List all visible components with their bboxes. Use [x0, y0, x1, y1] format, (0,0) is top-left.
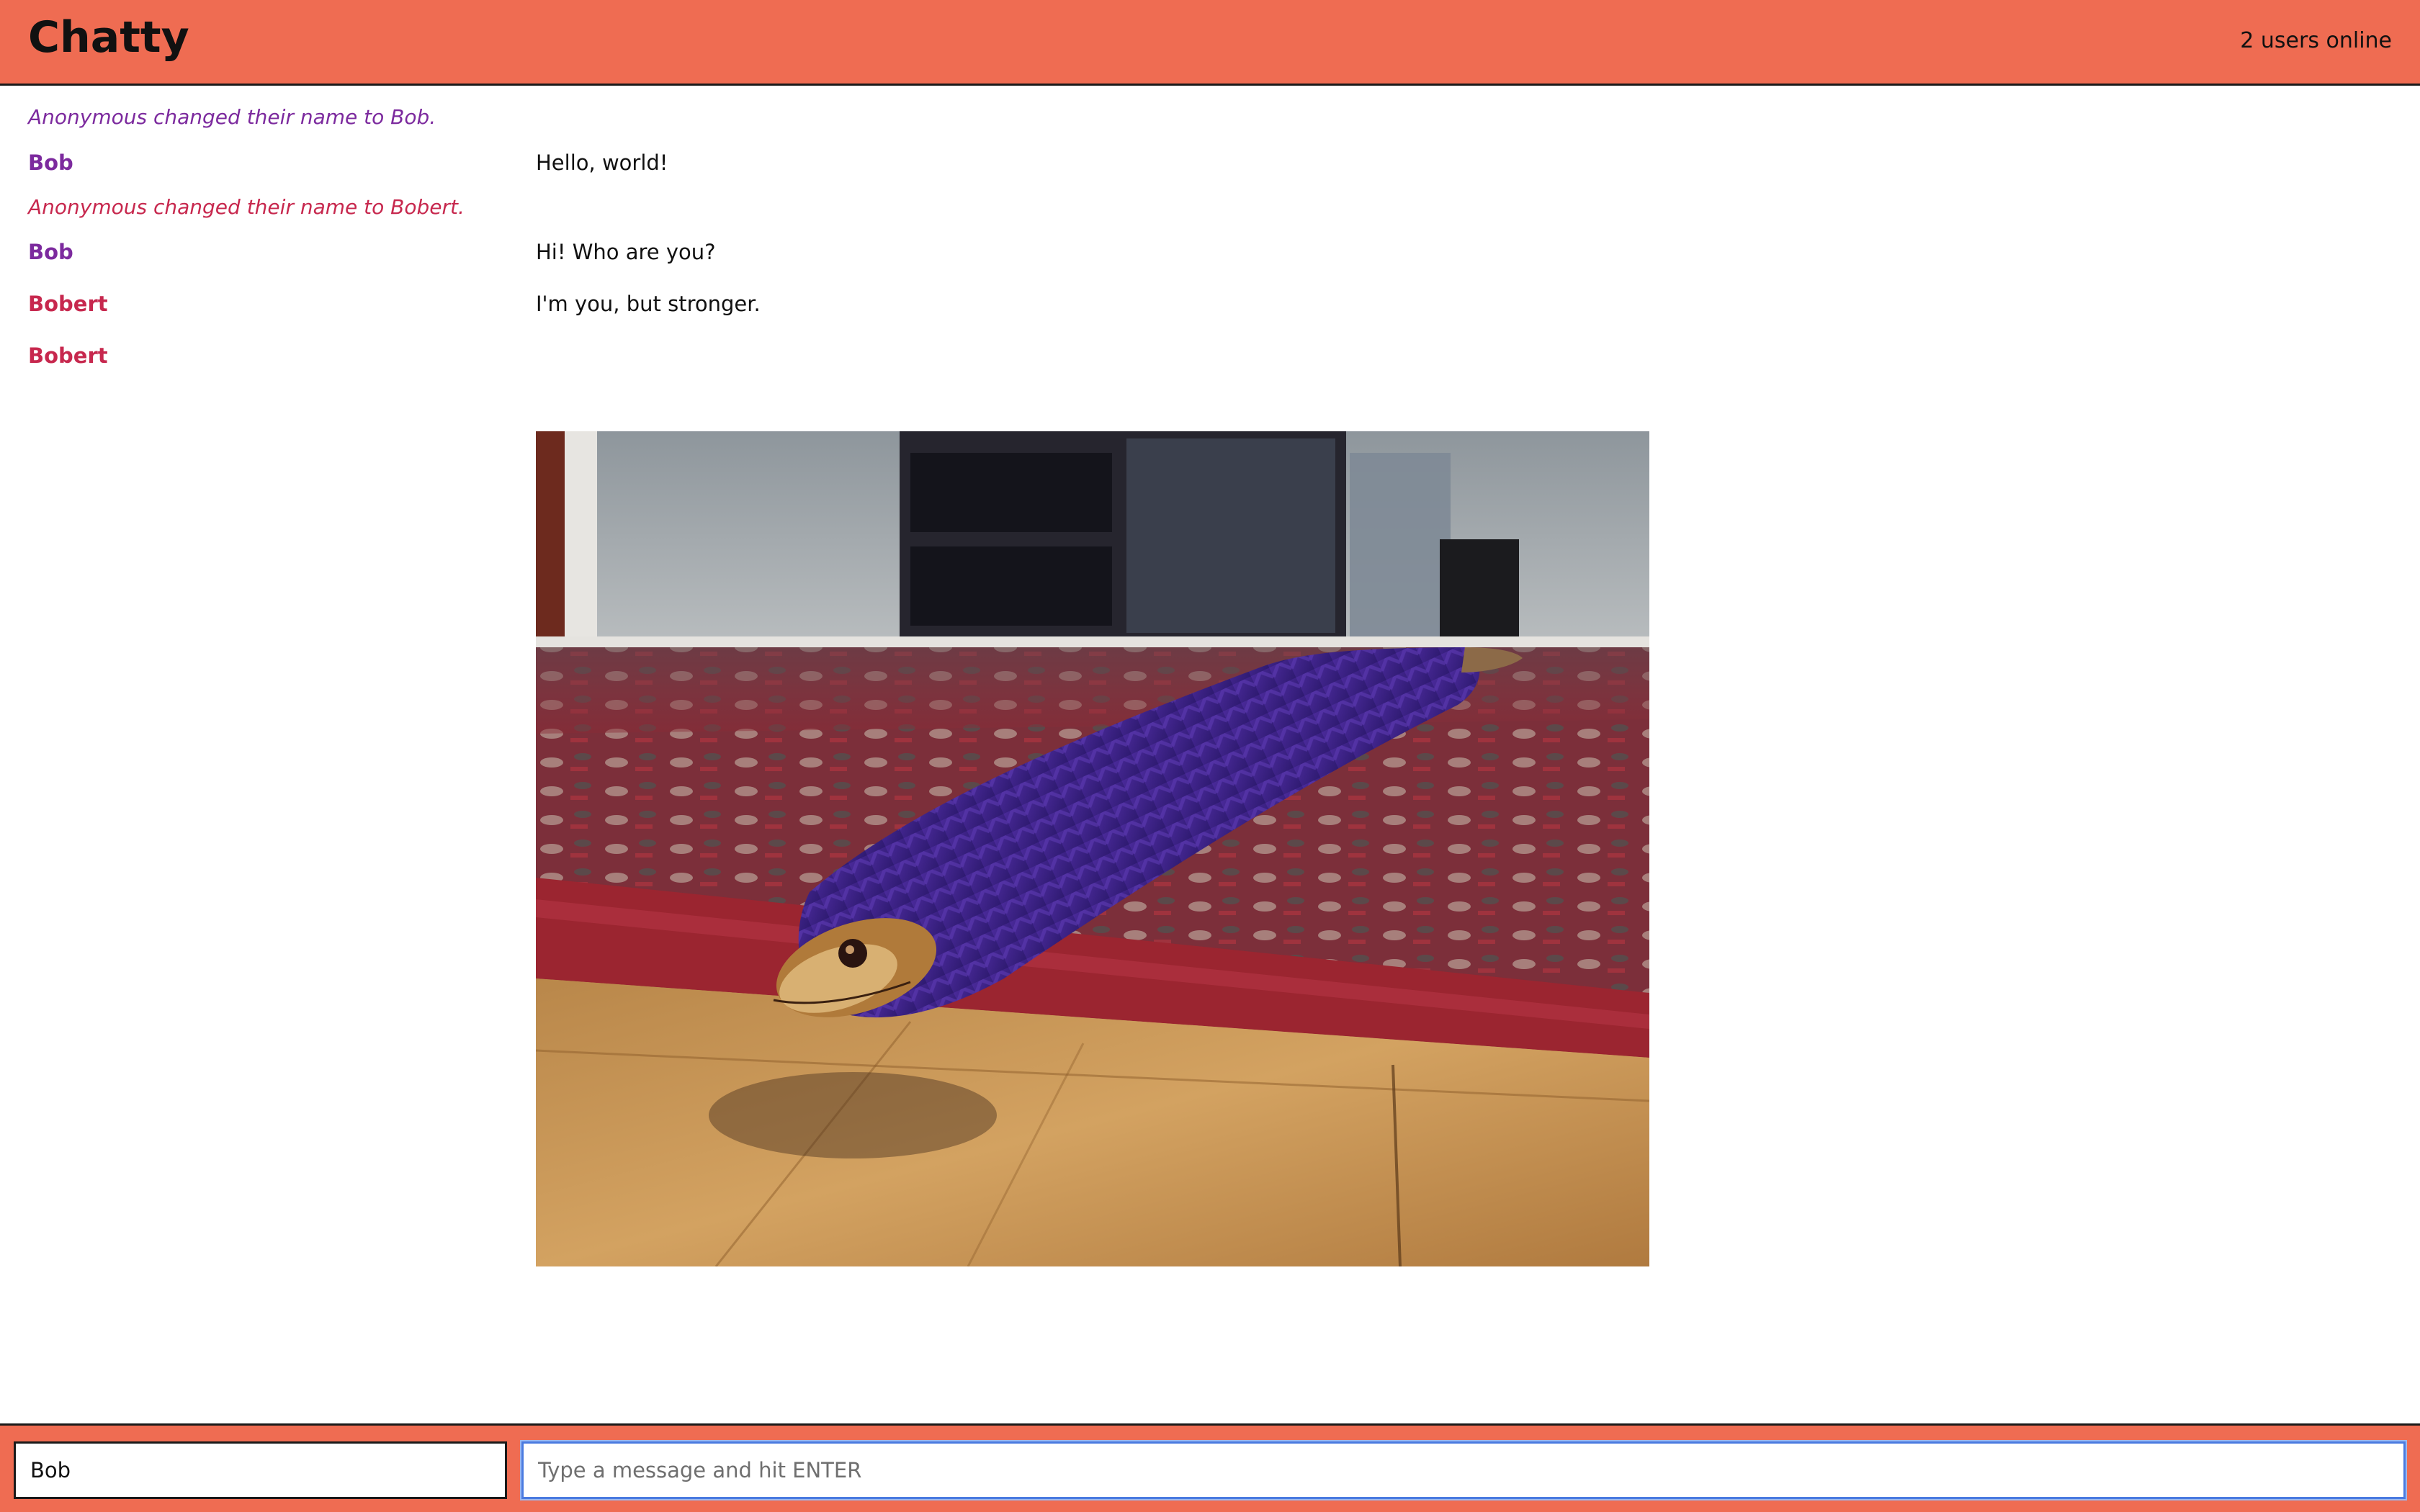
notification-text: Anonymous changed their name to Bob.: [28, 105, 436, 129]
message-content: Hello, world!: [536, 150, 668, 175]
message-image-snake[interactable]: [536, 431, 1649, 1266]
chat-message: Bobert I'm you, but stronger.: [0, 294, 2420, 337]
notification-text: Anonymous changed their name to Bobert.: [28, 195, 465, 219]
system-notification: Anonymous changed their name to Bob.: [0, 107, 2420, 150]
message-username: Bobert: [28, 343, 108, 368]
message-content: I'm you, but stronger.: [536, 292, 761, 316]
message-content: Hi! Who are you?: [536, 240, 716, 264]
message-username: Bob: [28, 240, 73, 264]
chat-message: Bob Hello, world!: [0, 153, 2420, 196]
chat-message: Bob Hi! Who are you?: [0, 242, 2420, 285]
app-title: Chatty: [28, 12, 189, 63]
message-input[interactable]: [521, 1441, 2406, 1499]
system-notification: Anonymous changed their name to Bobert.: [0, 197, 2420, 240]
users-online-count: 2 users online: [2240, 28, 2392, 53]
message-username: Bobert: [28, 292, 108, 316]
navbar: Chatty 2 users online: [0, 0, 2420, 86]
chat-bar: [0, 1423, 2420, 1512]
username-input[interactable]: [14, 1441, 507, 1499]
message-list: Anonymous changed their name to Bob. Bob…: [0, 86, 2420, 1423]
message-username: Bob: [28, 150, 73, 175]
chat-message-image: Bobert: [0, 346, 2420, 389]
